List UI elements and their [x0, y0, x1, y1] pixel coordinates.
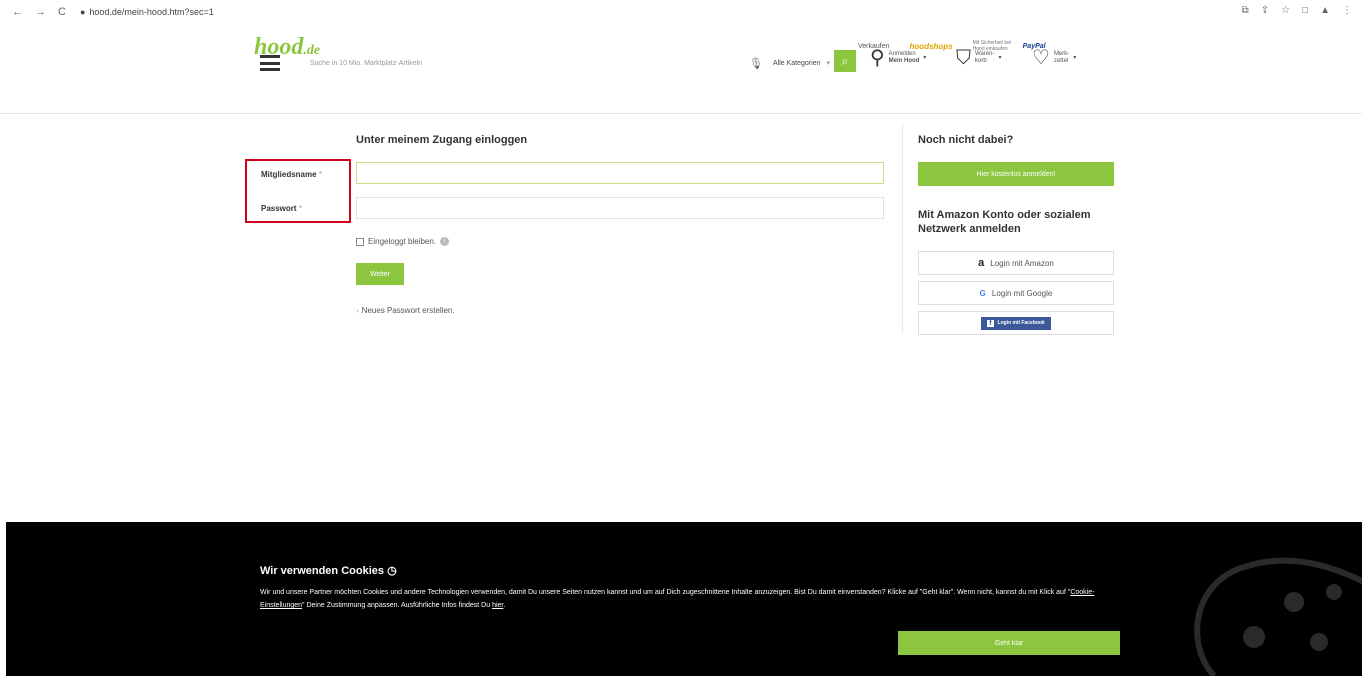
cart-menu[interactable]: ⛉ Waren-korb ▾	[956, 48, 1001, 68]
cart-icon: ⛉	[956, 47, 971, 69]
address-bar[interactable]: ● hood.de/mein-hood.htm?sec=1	[80, 7, 214, 17]
password-label: Passwort *	[261, 204, 302, 213]
password-field[interactable]	[356, 197, 884, 219]
google-login-button[interactable]: G Login mit Google	[918, 281, 1114, 305]
chevron-down-icon: ▾	[826, 60, 830, 67]
cookie-title: Wir verwenden Cookies ◷	[260, 565, 397, 577]
accept-cookies-button[interactable]: Geht klar	[898, 631, 1120, 655]
search-bar: Suche in 10 Mio. Marktplatz-Artikeln 🎙 A…	[310, 52, 830, 74]
chevron-right-icon: ›	[356, 306, 359, 315]
info-icon[interactable]: i	[440, 237, 450, 246]
search-button[interactable]: ⌕	[834, 50, 856, 72]
search-icon: ⌕	[841, 53, 849, 68]
chevron-down-icon: ▾	[1073, 54, 1077, 61]
profile-icon[interactable]: ▲	[1320, 5, 1330, 16]
google-icon: G	[979, 288, 986, 298]
username-field[interactable]	[356, 162, 884, 184]
register-button[interactable]: Hier kostenlos anmelden!	[918, 162, 1114, 186]
column-divider	[902, 124, 903, 334]
stay-logged-in[interactable]: Eingeloggt bleiben. i	[356, 237, 450, 246]
share-icon[interactable]: ⧉	[1242, 5, 1249, 16]
cookie-info-link[interactable]: hier	[492, 602, 503, 609]
cookie-text: Wir und unsere Partner möchten Cookies u…	[260, 589, 1095, 609]
facebook-icon: f	[987, 319, 994, 327]
window-icon[interactable]: □	[1302, 5, 1308, 16]
cookie-decoration-icon	[1194, 557, 1362, 676]
lock-icon: ●	[79, 7, 86, 17]
register-heading: Noch nicht dabei?	[918, 134, 1014, 146]
amazon-login-button[interactable]: a Login mit Amazon	[918, 251, 1114, 275]
username-label: Mitgliedsname *	[261, 170, 322, 179]
social-login-heading: Mit Amazon Konto oder sozialem Netzwerk …	[918, 209, 1091, 235]
bookmark-star-icon[interactable]: ☆	[1281, 5, 1290, 16]
back-icon[interactable]: ←	[12, 6, 23, 18]
account-menu[interactable]: ⚲ Anmelden Mein Hood ▾	[870, 48, 926, 68]
highlight-box	[245, 159, 351, 223]
browser-nav: ← → C	[12, 6, 66, 18]
facebook-login-button[interactable]: f Login mit Facebook	[918, 311, 1114, 335]
submit-button[interactable]: Weiter	[356, 263, 404, 285]
wishlist-menu[interactable]: ♡ Merk-zettel ▾	[1032, 48, 1076, 68]
browser-toolbar: ← → C ● hood.de/mein-hood.htm?sec=1 ⧉ ⇪ …	[0, 0, 1362, 24]
heart-icon: ♡	[1032, 47, 1050, 69]
user-icon: ⚲	[870, 47, 885, 69]
reload-icon[interactable]: C	[58, 6, 66, 18]
category-select[interactable]: Alle Kategorien	[773, 60, 820, 67]
menu-hamburger-icon[interactable]	[260, 55, 280, 71]
forward-icon[interactable]: →	[35, 6, 46, 18]
stay-logged-in-checkbox[interactable]	[356, 237, 364, 246]
extension-icon[interactable]: ⇪	[1261, 5, 1269, 16]
cookie-icon: ◷	[387, 565, 397, 577]
url-text: hood.de/mein-hood.htm?sec=1	[89, 7, 214, 17]
microphone-icon[interactable]: 🎙	[749, 57, 763, 70]
login-heading: Unter meinem Zugang einloggen	[356, 134, 528, 146]
menu-kebab-icon[interactable]: ⋮	[1342, 5, 1352, 16]
chevron-down-icon: ▾	[998, 54, 1002, 61]
cookie-banner: Wir verwenden Cookies ◷ Wir und unsere P…	[6, 522, 1362, 676]
new-password-link[interactable]: › Neues Passwort erstellen.	[356, 306, 455, 315]
search-input[interactable]: Suche in 10 Mio. Marktplatz-Artikeln	[310, 60, 749, 67]
browser-actions: ⧉ ⇪ ☆ □ ▲ ⋮	[1242, 5, 1352, 16]
chevron-down-icon: ▾	[923, 54, 927, 61]
amazon-icon: a	[978, 257, 985, 269]
